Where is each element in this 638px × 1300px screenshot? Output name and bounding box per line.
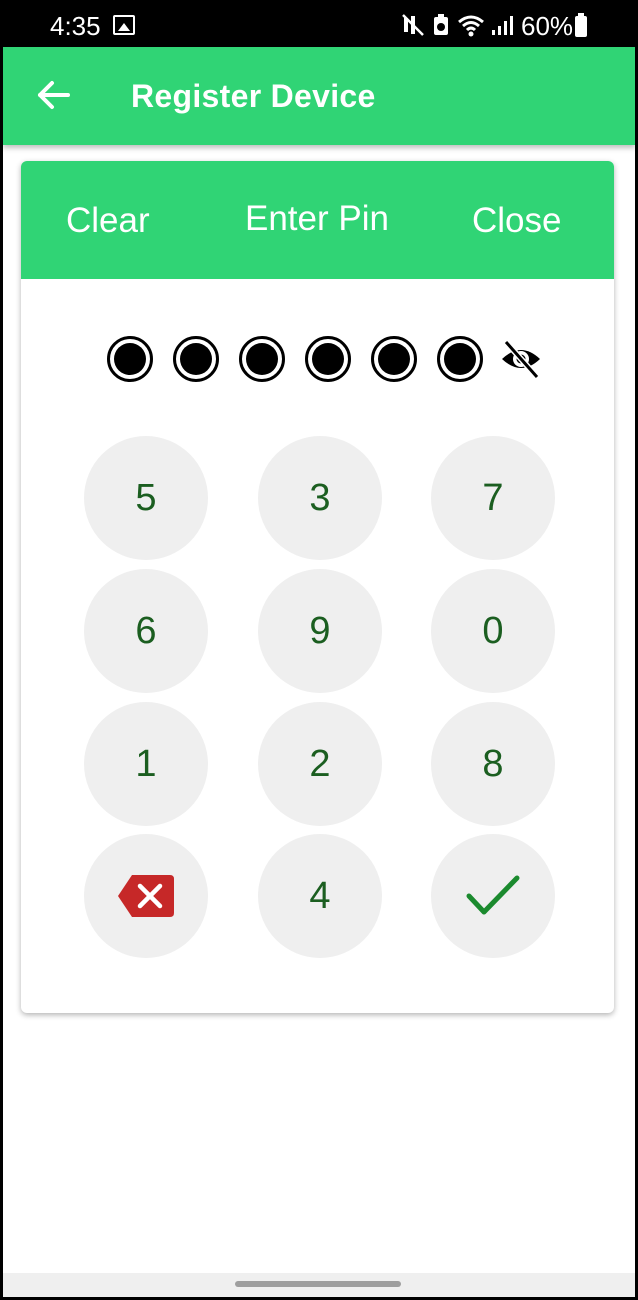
pin-indicator [107, 336, 543, 382]
navigation-bar [3, 1273, 635, 1297]
signal-icon [492, 16, 513, 35]
pin-dot-filled [305, 336, 351, 382]
status-bar: 4:35 60% [3, 3, 635, 47]
battery-percentage: 60% [521, 11, 574, 41]
key-4[interactable]: 4 [258, 834, 382, 958]
pin-dialog: Clear Enter Pin Close 5 3 7 6 9 0 1 2 8 … [21, 161, 614, 1013]
pin-dialog-header: Clear Enter Pin Close [21, 161, 614, 279]
app-bar: Register Device [3, 47, 635, 145]
pin-dot-filled [239, 336, 285, 382]
status-icons [401, 12, 515, 38]
mute-icon [402, 14, 424, 36]
key-9[interactable]: 9 [258, 569, 382, 693]
check-icon [466, 875, 520, 915]
arrow-left-icon[interactable] [36, 80, 72, 110]
pin-dot-filled [107, 336, 153, 382]
key-7[interactable]: 7 [431, 436, 555, 560]
backspace-button[interactable] [84, 834, 208, 958]
pin-dot-filled [437, 336, 483, 382]
key-5[interactable]: 5 [84, 436, 208, 560]
clear-button[interactable]: Clear [66, 201, 150, 241]
phone-screen: 4:35 60% Register Device Clear Enter Pin… [0, 0, 638, 1300]
confirm-button[interactable] [431, 834, 555, 958]
pin-dot-filled [173, 336, 219, 382]
dialog-title: Enter Pin [245, 199, 389, 238]
battery-icon [575, 13, 587, 37]
eye-off-icon[interactable] [499, 337, 543, 381]
keypad: 5 3 7 6 9 0 1 2 8 4 [82, 436, 555, 958]
pin-dot-filled [371, 336, 417, 382]
key-0[interactable]: 0 [431, 569, 555, 693]
data-saver-icon [434, 14, 448, 35]
key-6[interactable]: 6 [84, 569, 208, 693]
key-2[interactable]: 2 [258, 702, 382, 826]
status-time: 4:35 [50, 11, 101, 41]
image-icon [113, 15, 135, 35]
close-button[interactable]: Close [472, 201, 561, 241]
key-1[interactable]: 1 [84, 702, 208, 826]
page-title: Register Device [131, 78, 376, 114]
home-gesture-handle[interactable] [235, 1281, 401, 1287]
key-8[interactable]: 8 [431, 702, 555, 826]
wifi-icon [458, 15, 484, 37]
key-3[interactable]: 3 [258, 436, 382, 560]
backspace-icon [118, 875, 174, 917]
